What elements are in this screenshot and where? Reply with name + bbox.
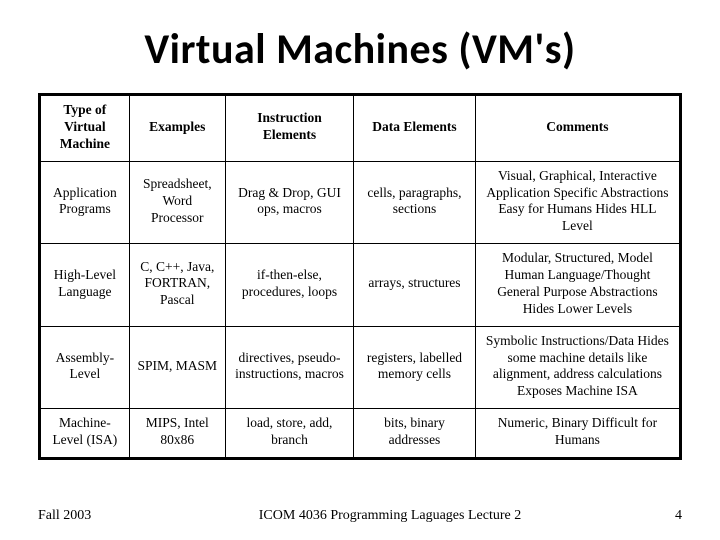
cell-comments: Symbolic Instructions/Data Hides some ma… xyxy=(475,326,680,409)
cell-comments: Visual, Graphical, Interactive Applicati… xyxy=(475,161,680,244)
slide-footer: Fall 2003 ICOM 4036 Programming Laguages… xyxy=(0,508,720,524)
cell-instruction: if-then-else, procedures, loops xyxy=(225,244,353,327)
table-row: Machine-Level (ISA) MIPS, Intel 80x86 lo… xyxy=(40,409,681,459)
cell-type: Application Programs xyxy=(40,161,130,244)
cell-instruction: Drag & Drop, GUI ops, macros xyxy=(225,161,353,244)
col-header-type: Type of Virtual Machine xyxy=(40,95,130,162)
col-header-data: Data Elements xyxy=(354,95,476,162)
slide: Virtual Machines (VM's) Type of Virtual … xyxy=(0,0,720,540)
table-row: High-Level Language C, C++, Java, FORTRA… xyxy=(40,244,681,327)
cell-instruction: directives, pseudo-instructions, macros xyxy=(225,326,353,409)
cell-comments: Modular, Structured, Model Human Languag… xyxy=(475,244,680,327)
cell-examples: SPIM, MASM xyxy=(129,326,225,409)
cell-instruction: load, store, add, branch xyxy=(225,409,353,459)
cell-data: registers, labelled memory cells xyxy=(354,326,476,409)
table-row: Application Programs Spreadsheet, Word P… xyxy=(40,161,681,244)
cell-examples: MIPS, Intel 80x86 xyxy=(129,409,225,459)
col-header-instruction: Instruction Elements xyxy=(225,95,353,162)
footer-right: 4 xyxy=(622,508,682,524)
cell-type: Machine-Level (ISA) xyxy=(40,409,130,459)
footer-left: Fall 2003 xyxy=(38,508,158,524)
vm-table: Type of Virtual Machine Examples Instruc… xyxy=(38,93,682,460)
cell-data: cells, paragraphs, sections xyxy=(354,161,476,244)
cell-examples: C, C++, Java, FORTRAN, Pascal xyxy=(129,244,225,327)
col-header-examples: Examples xyxy=(129,95,225,162)
cell-type: Assembly-Level xyxy=(40,326,130,409)
cell-data: arrays, structures xyxy=(354,244,476,327)
table-row: Assembly-Level SPIM, MASM directives, ps… xyxy=(40,326,681,409)
table-header-row: Type of Virtual Machine Examples Instruc… xyxy=(40,95,681,162)
slide-title: Virtual Machines (VM's) xyxy=(38,24,682,75)
cell-data: bits, binary addresses xyxy=(354,409,476,459)
footer-center: ICOM 4036 Programming Laguages Lecture 2 xyxy=(158,508,622,524)
cell-examples: Spreadsheet, Word Processor xyxy=(129,161,225,244)
cell-type: High-Level Language xyxy=(40,244,130,327)
cell-comments: Numeric, Binary Difficult for Humans xyxy=(475,409,680,459)
col-header-comments: Comments xyxy=(475,95,680,162)
